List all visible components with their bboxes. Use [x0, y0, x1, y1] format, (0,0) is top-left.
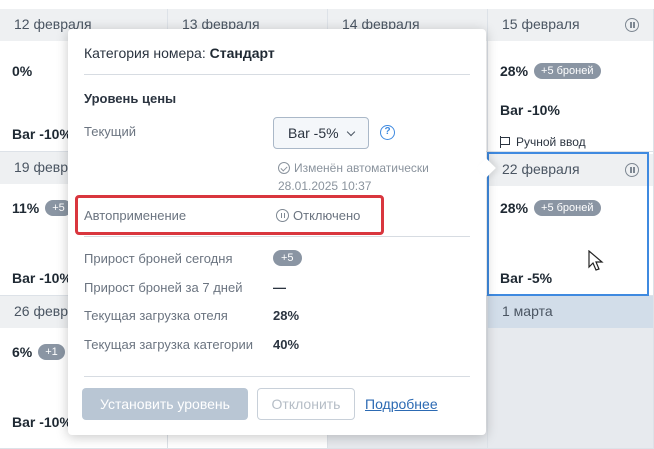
- bar-level: Bar -5%: [500, 270, 553, 286]
- bar-level: Bar -10%: [12, 126, 72, 142]
- occupancy-percent: 11% +5: [12, 200, 72, 216]
- bookings-badge: +5 броней: [534, 200, 601, 216]
- hotel-load-value: 28%: [273, 308, 300, 323]
- mouse-cursor-icon: [588, 250, 604, 271]
- occupancy-percent: 28% +5 броней: [500, 200, 601, 216]
- flag-icon: [500, 136, 510, 148]
- bar-level: Bar -10%: [12, 270, 72, 286]
- section-title: Уровень цены: [84, 91, 177, 106]
- occupancy-percent: 28% +5 броней: [500, 63, 601, 79]
- bookings-badge: +1: [38, 344, 65, 360]
- current-level-label: Текущий: [84, 124, 136, 139]
- set-level-button[interactable]: Установить уровень: [82, 388, 248, 420]
- check-circle-icon: [278, 162, 290, 174]
- divider: [84, 74, 470, 75]
- reject-button[interactable]: Отклонить: [257, 388, 355, 420]
- bookings-today-badge: +5: [273, 250, 302, 266]
- help-icon[interactable]: ?: [380, 125, 395, 140]
- price-level-popup: Категория номера: Стандарт Уровень цены …: [68, 29, 496, 435]
- pause-icon: [625, 163, 639, 177]
- bookings-7d-label: Прирост броней за 7 дней: [84, 280, 243, 295]
- occupancy-percent: 6% +1: [12, 344, 65, 360]
- pause-icon: [625, 18, 639, 32]
- popup-title-prefix: Категория номера:: [84, 45, 206, 61]
- day-cell-22-feb[interactable]: 22 февраля 28% +5 броней Bar -5%: [488, 152, 654, 296]
- hotel-load-label: Текущая загрузка отеля: [84, 308, 228, 323]
- autoapply-label: Автоприменение: [84, 208, 187, 223]
- price-level-value: Bar -5%: [288, 125, 339, 141]
- occupancy-percent: 0%: [12, 63, 33, 79]
- day-cell-15-feb[interactable]: 15 февраля 28% +5 броней Bar -10% Ручной …: [488, 9, 654, 152]
- category-load-label: Текущая загрузка категории: [84, 337, 254, 352]
- divider: [84, 376, 470, 377]
- details-link[interactable]: Подробнее: [365, 396, 438, 412]
- day-header: 1 марта: [488, 296, 653, 328]
- category-load-value: 40%: [273, 337, 300, 352]
- bar-level: Bar -10%: [500, 102, 560, 118]
- divider: [84, 236, 470, 237]
- manual-entry-label: Ручной ввод: [500, 135, 586, 149]
- auto-change-note: Изменён автоматически 28.01.2025 10:37: [278, 161, 429, 193]
- auto-change-timestamp: 28.01.2025 10:37: [278, 179, 372, 193]
- bookings-badge: +5 броней: [534, 63, 601, 79]
- room-category-name: Стандарт: [209, 45, 275, 61]
- chevron-down-icon: [346, 127, 356, 137]
- day-header: 15 февраля: [488, 9, 653, 41]
- price-level-select[interactable]: Bar -5%: [273, 117, 369, 149]
- bar-level: Bar -10%: [12, 414, 72, 430]
- day-header: 22 февраля: [488, 154, 653, 186]
- day-cell-1-mar[interactable]: 1 марта: [488, 296, 654, 449]
- pause-icon: [276, 209, 289, 222]
- bookings-7d-value: —: [273, 280, 286, 295]
- popup-title: Категория номера: Стандарт: [84, 45, 275, 61]
- bookings-today-label: Прирост броней сегодня: [84, 251, 233, 266]
- autoapply-status[interactable]: Отключено: [276, 208, 360, 223]
